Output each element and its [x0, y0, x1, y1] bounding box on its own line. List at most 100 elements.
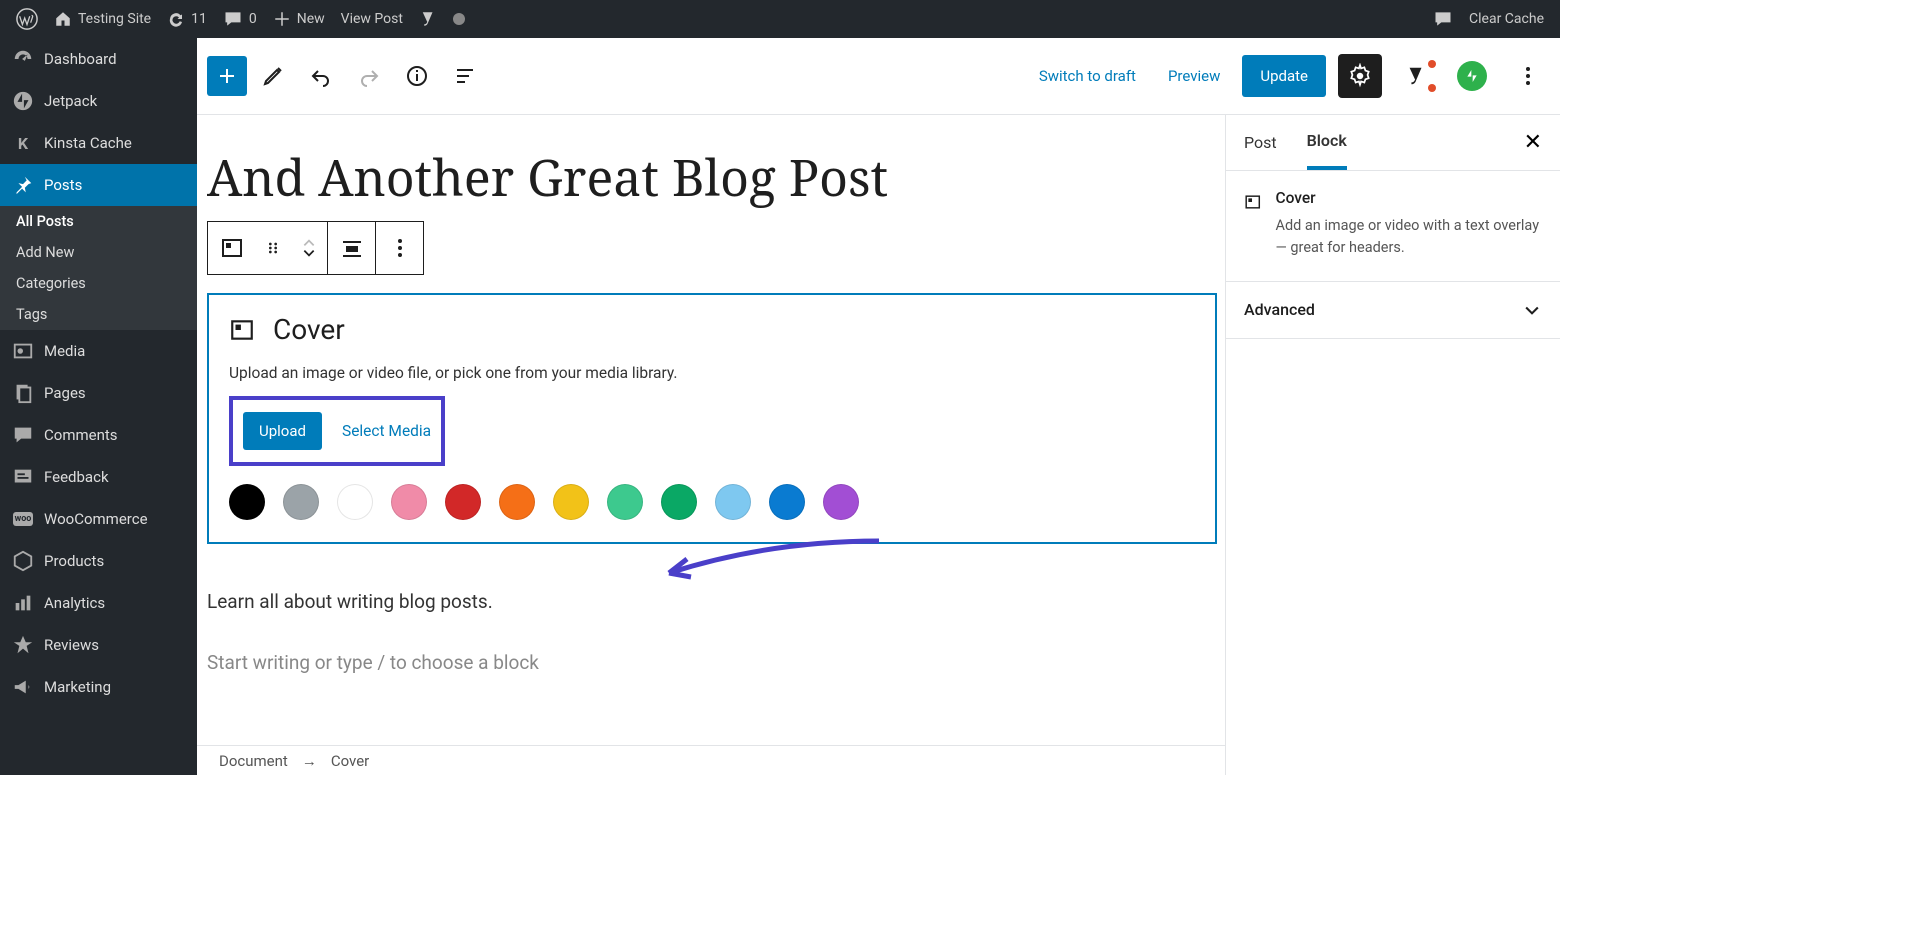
cover-icon: [229, 317, 255, 343]
editor-toolbar: Switch to draft Preview Update: [197, 38, 1560, 115]
menu-kinsta[interactable]: KKinsta Cache: [0, 122, 197, 164]
advanced-panel[interactable]: Advanced: [1226, 282, 1560, 339]
align-button[interactable]: [328, 222, 375, 274]
editor-canvas[interactable]: And Another Great Blog Post Cov: [197, 115, 1225, 775]
menu-feedback[interactable]: Feedback: [0, 456, 197, 498]
color-swatch-4[interactable]: [445, 484, 481, 520]
updates-link[interactable]: 11: [159, 0, 215, 38]
redo-button[interactable]: [347, 54, 391, 98]
block-type-button[interactable]: [208, 222, 255, 274]
color-swatch-9[interactable]: [715, 484, 751, 520]
menu-media[interactable]: Media: [0, 330, 197, 372]
jetpack-icon: [12, 90, 34, 112]
pin-icon: [12, 174, 34, 196]
block-info-panel: Cover Add an image or video with a text …: [1226, 171, 1560, 282]
woo-icon: woo: [12, 508, 34, 530]
cover-icon: [1244, 189, 1261, 215]
admin-sidebar: Dashboard Jetpack KKinsta Cache Posts Al…: [0, 38, 197, 775]
menu-analytics[interactable]: Analytics: [0, 582, 197, 624]
block-more-button[interactable]: [376, 222, 423, 274]
outline-button[interactable]: [443, 54, 487, 98]
color-swatch-1[interactable]: [283, 484, 319, 520]
sidebar-tabs: Post Block ✕: [1226, 115, 1560, 171]
breadcrumb-separator: →: [302, 752, 317, 770]
align-icon: [340, 236, 364, 260]
menu-woocommerce[interactable]: wooWooCommerce: [0, 498, 197, 540]
upload-button[interactable]: Upload: [243, 412, 322, 450]
switch-to-draft-button[interactable]: Switch to draft: [1029, 59, 1146, 93]
notices-item[interactable]: [1425, 0, 1461, 38]
pages-icon: [12, 382, 34, 404]
breadcrumb-document[interactable]: Document: [219, 752, 288, 770]
site-link[interactable]: Testing Site: [46, 0, 159, 38]
info-button[interactable]: [395, 54, 439, 98]
undo-icon: [309, 64, 333, 88]
star-icon: [12, 634, 34, 656]
clear-cache-link[interactable]: Clear Cache: [1461, 0, 1552, 38]
breadcrumb-block[interactable]: Cover: [331, 752, 369, 770]
plus-icon: [215, 64, 239, 88]
menu-dashboard[interactable]: Dashboard: [0, 38, 197, 80]
color-swatch-11[interactable]: [823, 484, 859, 520]
inserter-button[interactable]: [207, 56, 247, 96]
select-media-button[interactable]: Select Media: [342, 422, 431, 440]
view-post-link[interactable]: View Post: [333, 0, 411, 38]
empty-block-placeholder[interactable]: Start writing or type / to choose a bloc…: [207, 651, 1217, 674]
color-swatch-3[interactable]: [391, 484, 427, 520]
color-swatch-8[interactable]: [661, 484, 697, 520]
submenu-categories[interactable]: Categories: [0, 268, 197, 299]
new-link[interactable]: New: [265, 0, 333, 38]
jetpack-toggle[interactable]: [1450, 54, 1494, 98]
tab-post[interactable]: Post: [1244, 117, 1277, 168]
menu-reviews[interactable]: Reviews: [0, 624, 197, 666]
products-icon: [12, 550, 34, 572]
move-buttons[interactable]: [291, 222, 327, 274]
settings-toggle[interactable]: [1338, 54, 1382, 98]
menu-products[interactable]: Products: [0, 540, 197, 582]
yoast-adminbar[interactable]: [411, 0, 445, 38]
color-swatch-0[interactable]: [229, 484, 265, 520]
list-icon: [453, 64, 477, 88]
preview-button[interactable]: Preview: [1158, 59, 1230, 93]
menu-posts[interactable]: Posts: [0, 164, 197, 206]
submenu-add-new[interactable]: Add New: [0, 237, 197, 268]
color-swatch-7[interactable]: [607, 484, 643, 520]
update-button[interactable]: Update: [1242, 55, 1326, 97]
block-breadcrumb: Document → Cover: [197, 745, 1225, 775]
cover-actions-highlight: Upload Select Media: [229, 396, 445, 466]
menu-marketing[interactable]: Marketing: [0, 666, 197, 708]
tools-button[interactable]: [251, 54, 295, 98]
kebab-icon: [1516, 64, 1540, 88]
post-title[interactable]: And Another Great Blog Post: [207, 115, 1217, 215]
menu-pages[interactable]: Pages: [0, 372, 197, 414]
comment-icon: [223, 9, 243, 29]
posts-submenu: All Posts Add New Categories Tags: [0, 206, 197, 330]
submenu-all-posts[interactable]: All Posts: [0, 206, 197, 237]
menu-jetpack[interactable]: Jetpack: [0, 80, 197, 122]
color-swatch-2[interactable]: [337, 484, 373, 520]
gauge-icon: [12, 48, 34, 70]
kinsta-icon: K: [12, 132, 34, 154]
status-dot-item[interactable]: [445, 0, 473, 38]
comments-icon: [12, 424, 34, 446]
color-swatch-5[interactable]: [499, 484, 535, 520]
more-menu[interactable]: [1506, 54, 1550, 98]
chevron-down-icon: [302, 248, 316, 258]
analytics-icon: [12, 592, 34, 614]
cover-icon: [220, 236, 244, 260]
cover-title: Cover: [273, 313, 345, 346]
close-sidebar[interactable]: ✕: [1524, 130, 1542, 155]
drag-handle[interactable]: [255, 222, 291, 274]
cover-block[interactable]: Cover Upload an image or video file, or …: [207, 293, 1217, 544]
paragraph-block[interactable]: Learn all about writing blog posts.: [207, 590, 1217, 613]
wp-logo[interactable]: [8, 0, 46, 38]
menu-comments[interactable]: Comments: [0, 414, 197, 456]
yoast-toggle[interactable]: [1394, 54, 1438, 98]
comments-link[interactable]: 0: [215, 0, 265, 38]
tab-block[interactable]: Block: [1307, 115, 1347, 170]
color-swatch-6[interactable]: [553, 484, 589, 520]
clear-cache-label: Clear Cache: [1469, 11, 1544, 27]
undo-button[interactable]: [299, 54, 343, 98]
color-swatch-10[interactable]: [769, 484, 805, 520]
submenu-tags[interactable]: Tags: [0, 299, 197, 330]
